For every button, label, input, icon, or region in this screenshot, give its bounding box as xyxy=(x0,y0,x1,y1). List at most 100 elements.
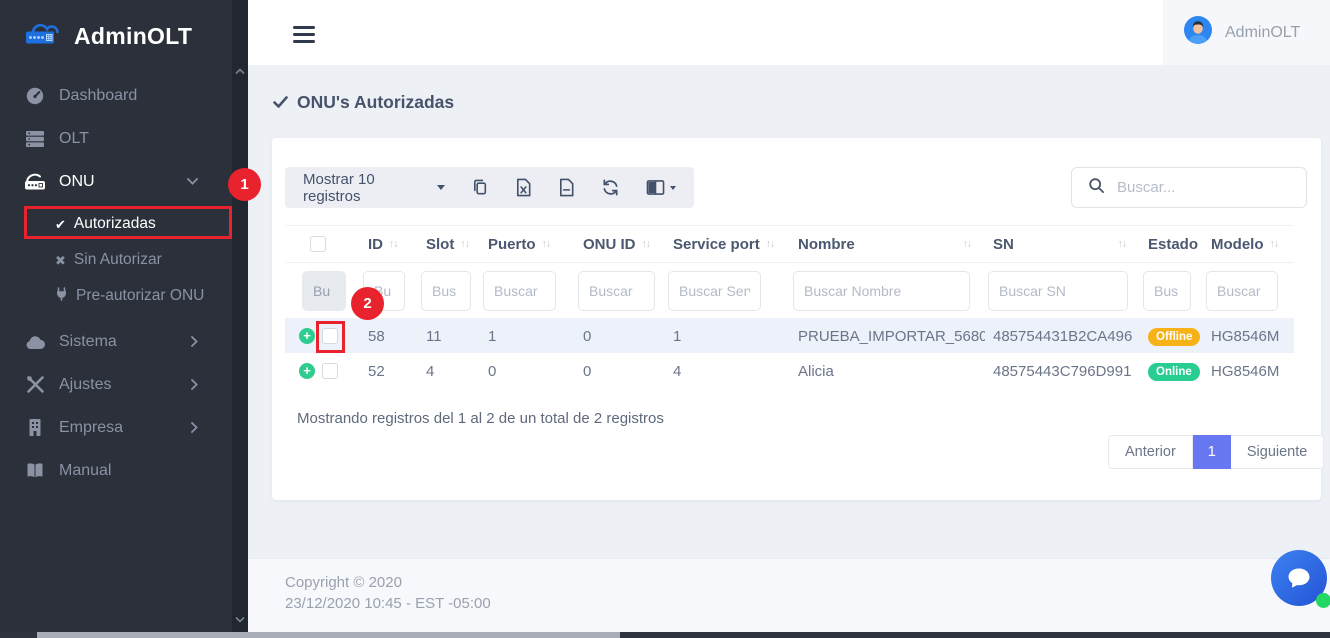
column-header-service-port[interactable]: Service port↑↓ xyxy=(665,236,790,253)
sidebar-item-empresa[interactable]: Empresa xyxy=(0,406,232,449)
chevron-right-icon xyxy=(191,422,198,433)
sidebar-item-ajustes[interactable]: Ajustes xyxy=(0,363,232,406)
export-excel-button[interactable] xyxy=(515,178,532,197)
column-header-slot[interactable]: Slot↑↓ xyxy=(418,236,480,253)
modem-icon xyxy=(24,172,46,192)
filter-modelo-input[interactable] xyxy=(1206,271,1278,311)
sidebar-item-label: Ajustes xyxy=(59,376,111,394)
sidebar-item-sistema[interactable]: Sistema xyxy=(0,320,232,363)
datetime-text: 23/12/2020 10:45 - EST -05:00 xyxy=(285,593,1330,614)
sidebar-item-label: Manual xyxy=(59,462,111,480)
brand[interactable]: AdminOLT xyxy=(0,0,232,54)
filter-nombre-input[interactable] xyxy=(793,271,970,311)
filter-slot-input[interactable] xyxy=(421,271,471,311)
sidebar-scrollbar[interactable] xyxy=(232,0,248,632)
table-filter-row xyxy=(285,263,1294,319)
chevron-right-icon xyxy=(191,379,198,390)
sidebar-item-dashboard[interactable]: Dashboard xyxy=(0,74,232,117)
status-badge: Offline xyxy=(1148,328,1200,346)
chat-online-dot xyxy=(1316,593,1330,608)
filter-service-port-input[interactable] xyxy=(668,271,761,311)
check-icon xyxy=(273,92,288,113)
current-page-button[interactable]: 1 xyxy=(1193,435,1231,469)
user-name: AdminOLT xyxy=(1225,24,1300,42)
export-file-button[interactable] xyxy=(558,178,575,197)
tools-icon xyxy=(24,375,46,394)
sidebar-item-olt[interactable]: OLT xyxy=(0,117,232,160)
horizontal-scrollbar-thumb[interactable] xyxy=(37,632,620,638)
sidebar-item-label: Pre-autorizar ONU xyxy=(76,287,204,305)
filter-sn-input[interactable] xyxy=(988,271,1128,311)
sidebar-item-sin-autorizar[interactable]: ✖ Sin Autorizar xyxy=(0,242,232,278)
sidebar-item-label: Sistema xyxy=(59,333,117,351)
page-title-text: ONU's Autorizadas xyxy=(297,92,454,113)
sidebar-item-pre-autorizar[interactable]: Pre-autorizar ONU xyxy=(0,278,232,314)
annotation-box-checkbox xyxy=(316,321,345,353)
cell-slot: 11 xyxy=(418,328,480,345)
row-checkbox[interactable] xyxy=(322,363,338,379)
sort-icon[interactable]: ↑↓ xyxy=(389,238,398,250)
sort-icon[interactable]: ↑↓ xyxy=(642,238,651,250)
sidebar-item-label: Sin Autorizar xyxy=(74,251,162,269)
annotation-box-autorizadas xyxy=(24,206,232,239)
plug-icon xyxy=(55,287,68,306)
global-search xyxy=(1071,167,1307,208)
previous-page-button[interactable]: Anterior xyxy=(1108,435,1193,469)
table-row: + 52 4 0 0 4 Alicia 48575443C796D991 Onl… xyxy=(285,353,1294,389)
select-all-checkbox[interactable] xyxy=(310,236,326,252)
cell-sn: 485754431B2CA496 xyxy=(985,328,1140,345)
copyright-text: Copyright © 2020 xyxy=(285,572,1330,593)
column-header-nombre[interactable]: Nombre↑↓ xyxy=(790,236,985,253)
expand-row-button[interactable]: + xyxy=(299,328,315,344)
sidebar-item-label: ONU xyxy=(59,173,95,191)
adminolt-logo-icon xyxy=(22,17,64,56)
scroll-down-icon[interactable] xyxy=(235,616,245,623)
cell-modelo: HG8546M xyxy=(1203,328,1294,345)
column-visibility-button[interactable] xyxy=(646,179,676,196)
column-header-puerto[interactable]: Puerto↑↓ xyxy=(480,236,575,253)
cell-service-port: 1 xyxy=(665,328,790,345)
page-footer: Copyright © 2020 23/12/2020 10:45 - EST … xyxy=(248,558,1330,632)
cell-id: 58 xyxy=(360,328,418,345)
copy-button[interactable] xyxy=(471,178,489,197)
column-header-modelo[interactable]: Modelo↑↓ xyxy=(1203,236,1294,253)
sort-icon[interactable]: ↑↓ xyxy=(542,238,551,250)
sort-icon[interactable]: ↑↓ xyxy=(963,238,972,250)
user-menu[interactable]: AdminOLT xyxy=(1163,0,1330,65)
cell-modelo: HG8546M xyxy=(1203,363,1294,380)
sidebar-item-label: Empresa xyxy=(59,419,123,437)
search-input[interactable] xyxy=(1117,179,1285,196)
horizontal-scrollbar[interactable] xyxy=(0,632,1330,638)
cell-nombre: PRUEBA_IMPORTAR_5680 xyxy=(790,328,985,345)
sidebar-item-onu[interactable]: ONU xyxy=(0,160,232,203)
cell-slot: 4 xyxy=(418,363,480,380)
dashboard-icon xyxy=(24,86,46,106)
table-header-row: ID↑↓ Slot↑↓ Puerto↑↓ ONU ID↑↓ Service po… xyxy=(285,225,1294,263)
sort-icon[interactable]: ↑↓ xyxy=(1270,238,1279,250)
sort-icon[interactable]: ↑↓ xyxy=(766,238,775,250)
column-header-id[interactable]: ID↑↓ xyxy=(360,236,418,253)
sort-icon[interactable]: ↑↓ xyxy=(460,238,469,250)
filter-puerto-input[interactable] xyxy=(483,271,556,311)
onu-table-card: Mostrar 10 registros xyxy=(272,138,1321,500)
cell-service-port: 4 xyxy=(665,363,790,380)
sort-icon[interactable]: ↑↓ xyxy=(1118,238,1127,250)
annotation-step-2: 2 xyxy=(351,287,384,320)
expand-row-button[interactable]: + xyxy=(299,363,315,379)
scroll-up-icon[interactable] xyxy=(235,68,245,75)
filter-onu-id-input[interactable] xyxy=(578,271,655,311)
refresh-button[interactable] xyxy=(601,178,620,197)
next-page-button[interactable]: Siguiente xyxy=(1231,435,1324,469)
column-header-onu-id[interactable]: ONU ID↑↓ xyxy=(575,236,665,253)
search-icon xyxy=(1088,177,1105,199)
sidebar: AdminOLT Dashboard OLT ONU ✔ xyxy=(0,0,232,632)
column-header-sn[interactable]: SN↑↓ xyxy=(985,236,1140,253)
filter-estado-input[interactable] xyxy=(1143,271,1191,311)
cell-id: 52 xyxy=(360,363,418,380)
filter-select-input[interactable] xyxy=(302,271,346,311)
hamburger-menu-icon[interactable] xyxy=(293,26,315,47)
pagination: Anterior 1 Siguiente xyxy=(1108,435,1324,469)
caret-down-icon xyxy=(670,186,676,190)
length-menu-dropdown[interactable]: Mostrar 10 registros xyxy=(303,171,445,205)
sidebar-item-manual[interactable]: Manual xyxy=(0,449,232,492)
